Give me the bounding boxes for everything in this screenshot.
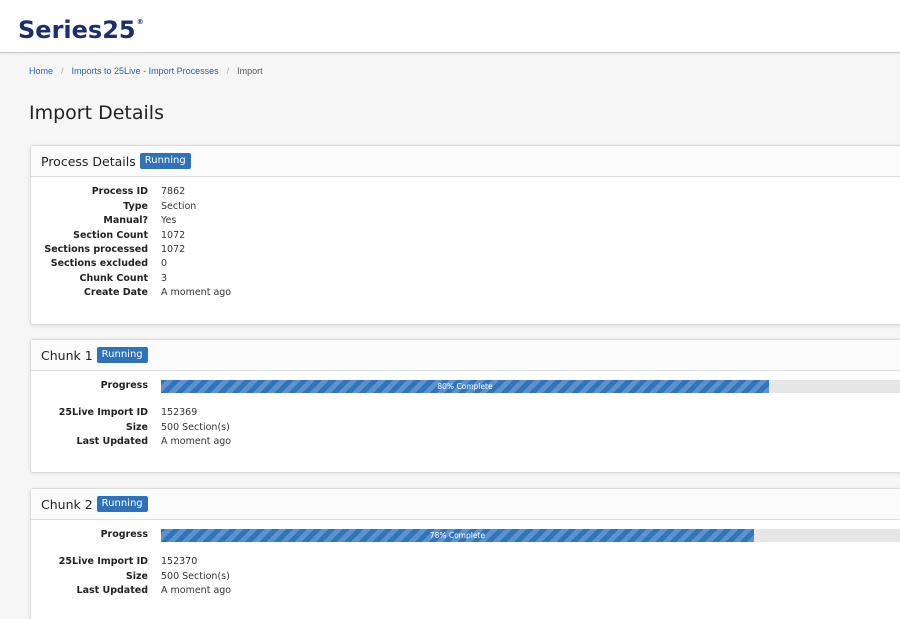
- field-value: 3: [161, 272, 168, 284]
- card-title: Chunk 2: [41, 496, 93, 512]
- progress-bar: 78% Complete: [161, 529, 900, 542]
- progress-label: Progress: [100, 380, 148, 391]
- field-process-id: Process ID 7862: [31, 186, 185, 197]
- field-sections-excluded: Sections excluded 0: [31, 258, 167, 269]
- progress-label: Progress: [100, 529, 148, 540]
- process-details-header: Process Details Running: [31, 146, 900, 177]
- field-label: Create Date: [83, 287, 148, 298]
- breadcrumb: Home / Imports to 25Live - Import Proces…: [29, 66, 263, 76]
- card-title: Chunk 1: [41, 347, 93, 363]
- field-size: Size 500 Section(s): [31, 571, 230, 582]
- card-title: Process Details: [41, 153, 136, 169]
- breadcrumb-import-processes-link[interactable]: Imports to 25Live - Import Processes: [72, 66, 219, 76]
- breadcrumb-separator: /: [61, 66, 64, 76]
- field-value: 500 Section(s): [161, 570, 230, 582]
- process-details-card: Process Details Running Process ID 7862 …: [30, 145, 900, 325]
- progress-fill: 78% Complete: [161, 529, 754, 542]
- breadcrumb-separator: /: [226, 66, 230, 76]
- progress-text: 80% Complete: [437, 382, 493, 391]
- progress-text: 78% Complete: [429, 531, 485, 540]
- field-label: Last Updated: [76, 436, 148, 447]
- field-manual: Manual? Yes: [31, 215, 176, 226]
- chunk-1-header: Chunk 1 Running: [31, 340, 900, 371]
- breadcrumb-home-link[interactable]: Home: [29, 66, 53, 76]
- field-value: Yes: [161, 215, 177, 226]
- field-import-id: 25Live Import ID 152370: [31, 556, 197, 567]
- series25-logo[interactable]: Series25®: [18, 16, 144, 44]
- field-label: Type: [123, 200, 148, 212]
- field-value: 0: [161, 258, 168, 269]
- field-size: Size 500 Section(s): [31, 422, 230, 433]
- page-title: Import Details: [29, 102, 164, 124]
- chunk-2-header: Chunk 2 Running: [31, 489, 900, 520]
- status-badge: Running: [96, 496, 148, 512]
- field-value: 152369: [161, 407, 198, 418]
- field-last-updated: Last Updated A moment ago: [31, 436, 232, 447]
- field-value: 1072: [161, 244, 186, 255]
- field-label: Manual?: [103, 215, 148, 226]
- field-last-updated: Last Updated A moment ago: [31, 585, 232, 596]
- field-label: Section Count: [73, 229, 148, 241]
- field-value: Section: [161, 200, 197, 212]
- top-bar: Series25®: [0, 0, 900, 53]
- field-label: Last Updated: [76, 585, 148, 596]
- progress-row: Progress: [31, 529, 148, 540]
- status-badge: Running: [96, 347, 148, 363]
- progress-row: Progress: [31, 380, 148, 391]
- field-import-id: 25Live Import ID 152369: [31, 407, 197, 418]
- field-value: A moment ago: [161, 585, 232, 596]
- field-label: 25Live Import ID: [58, 407, 148, 418]
- field-create-date: Create Date A moment ago: [31, 287, 231, 298]
- logo-text: Series25: [18, 16, 136, 44]
- field-label: Sections processed: [44, 244, 148, 255]
- field-value: A moment ago: [161, 287, 232, 298]
- status-badge: Running: [139, 153, 191, 169]
- field-label: 25Live Import ID: [58, 556, 148, 567]
- field-sections-processed: Sections processed 1072: [31, 244, 185, 255]
- chunk-2-card: Chunk 2 Running Progress 78% Complete 25…: [30, 488, 900, 619]
- field-label: Sections excluded: [50, 258, 148, 269]
- field-value: 152370: [161, 556, 198, 567]
- field-value: 7862: [161, 186, 186, 197]
- field-label: Process ID: [91, 186, 148, 197]
- field-value: 1072: [161, 229, 186, 241]
- field-label: Size: [125, 421, 148, 433]
- chunk-1-card: Chunk 1 Running Progress 80% Complete 25…: [30, 339, 900, 473]
- breadcrumb-current: Import: [237, 66, 263, 76]
- field-section-count: Section Count 1072: [31, 230, 185, 241]
- field-type: Type Section: [31, 201, 196, 212]
- field-value: A moment ago: [161, 436, 232, 447]
- field-label: Chunk Count: [79, 272, 148, 284]
- field-value: 500 Section(s): [161, 421, 230, 433]
- field-label: Size: [125, 570, 148, 582]
- field-chunk-count: Chunk Count 3: [31, 272, 168, 284]
- registered-mark: ®: [136, 18, 144, 26]
- progress-bar: 80% Complete: [161, 380, 900, 393]
- progress-fill: 80% Complete: [161, 380, 769, 393]
